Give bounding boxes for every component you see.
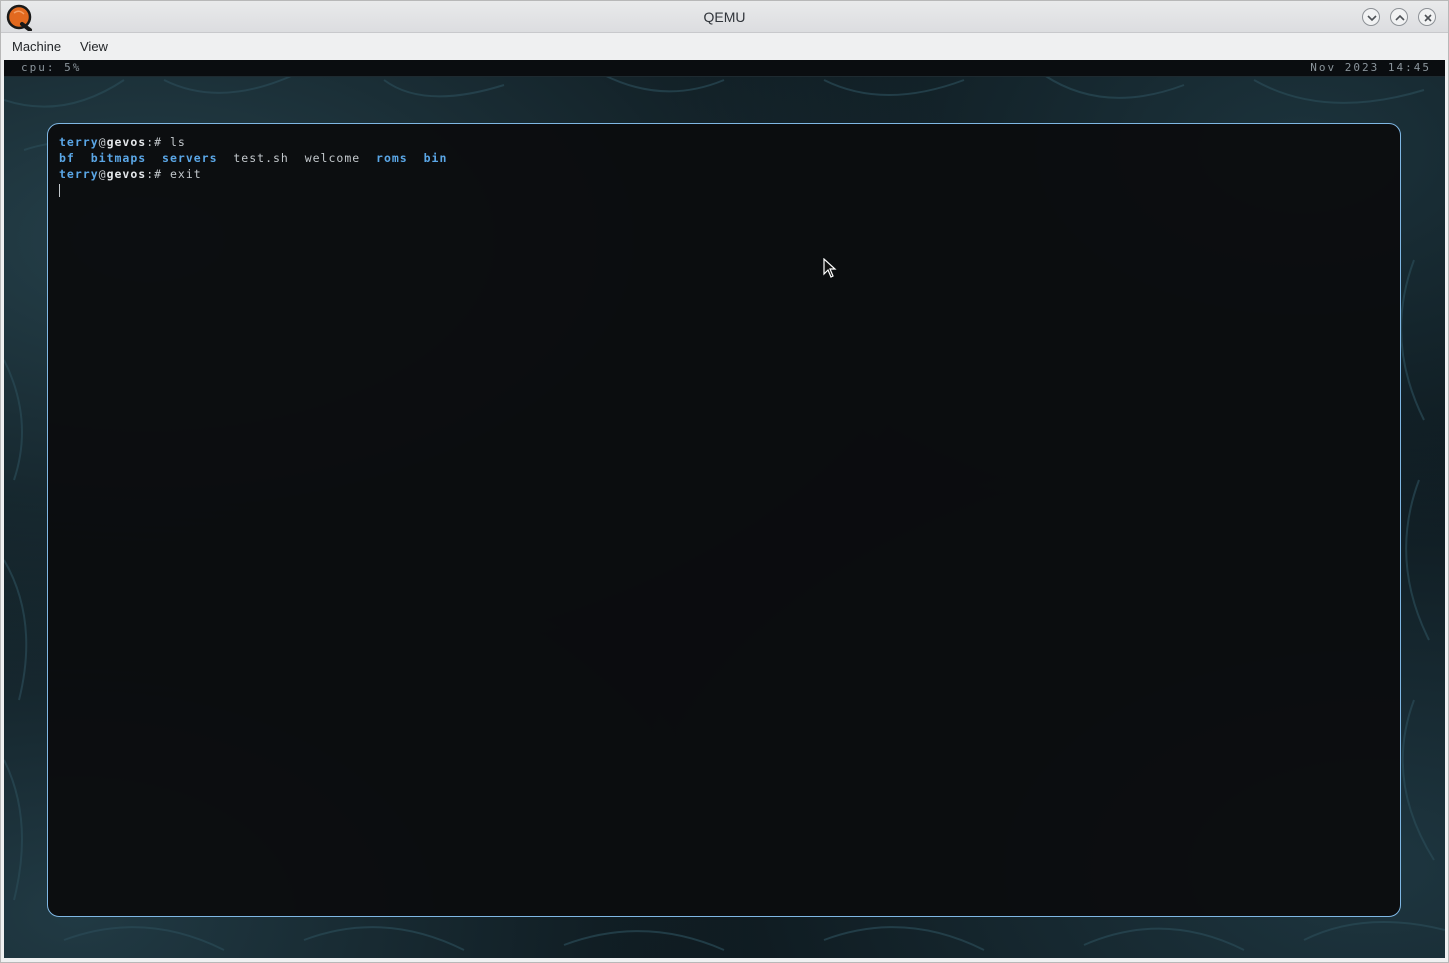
ls-entry: bitmaps xyxy=(90,151,147,165)
prompt-symbol: :# xyxy=(146,135,170,149)
ls-entry: roms xyxy=(376,151,408,165)
prompt-symbol: :# xyxy=(146,167,170,181)
minimize-button[interactable] xyxy=(1362,8,1380,26)
ls-entry: test.sh xyxy=(233,151,289,165)
prompt-host: gevos xyxy=(106,167,147,181)
vm-status-bar: cpu: 5% Nov 2023 14:45 xyxy=(4,60,1445,77)
prompt-user: terry xyxy=(59,135,99,149)
prompt-at: @ xyxy=(98,135,107,149)
prompt-at: @ xyxy=(98,167,107,181)
command-text: ls xyxy=(169,135,186,149)
terminal-line: terry@gevos:# ls xyxy=(59,134,1389,150)
mouse-pointer-icon xyxy=(823,258,837,278)
title-bar[interactable]: QEMU xyxy=(1,1,1448,33)
terminal-input-line[interactable] xyxy=(59,182,1389,198)
prompt-host: gevos xyxy=(106,135,147,149)
cpu-label: cpu: xyxy=(21,61,56,74)
terminal-window[interactable]: terry@gevos:# ls bf bitmaps servers test… xyxy=(47,123,1401,917)
menu-machine[interactable]: Machine xyxy=(12,39,61,54)
ls-entry: bf xyxy=(59,151,75,165)
vm-display[interactable]: cpu: 5% Nov 2023 14:45 terry@gevos:# ls … xyxy=(4,60,1445,958)
cpu-indicator: cpu: 5% xyxy=(21,61,81,74)
chevron-up-icon xyxy=(1395,14,1405,21)
close-button[interactable] xyxy=(1418,8,1436,26)
ls-entry: bin xyxy=(423,151,448,165)
window-title: QEMU xyxy=(703,9,746,25)
prompt-user: terry xyxy=(59,167,99,181)
menu-view[interactable]: View xyxy=(80,39,108,54)
ls-entry: welcome xyxy=(304,151,361,165)
close-icon xyxy=(1424,14,1432,22)
terminal-line: bf bitmaps servers test.sh welcome roms … xyxy=(59,150,1389,166)
command-text: exit xyxy=(169,167,202,181)
qemu-window: QEMU Machine View cpu: 5% Nov 2023 14:45… xyxy=(0,0,1449,963)
maximize-button[interactable] xyxy=(1390,8,1408,26)
clock: Nov 2023 14:45 xyxy=(1310,61,1431,74)
chevron-down-icon xyxy=(1367,15,1377,22)
menu-bar: Machine View xyxy=(1,33,1448,60)
terminal-line: terry@gevos:# exit xyxy=(59,166,1389,182)
ls-entry: servers xyxy=(162,151,218,165)
text-cursor xyxy=(59,184,60,197)
cpu-value: 5% xyxy=(64,61,82,74)
